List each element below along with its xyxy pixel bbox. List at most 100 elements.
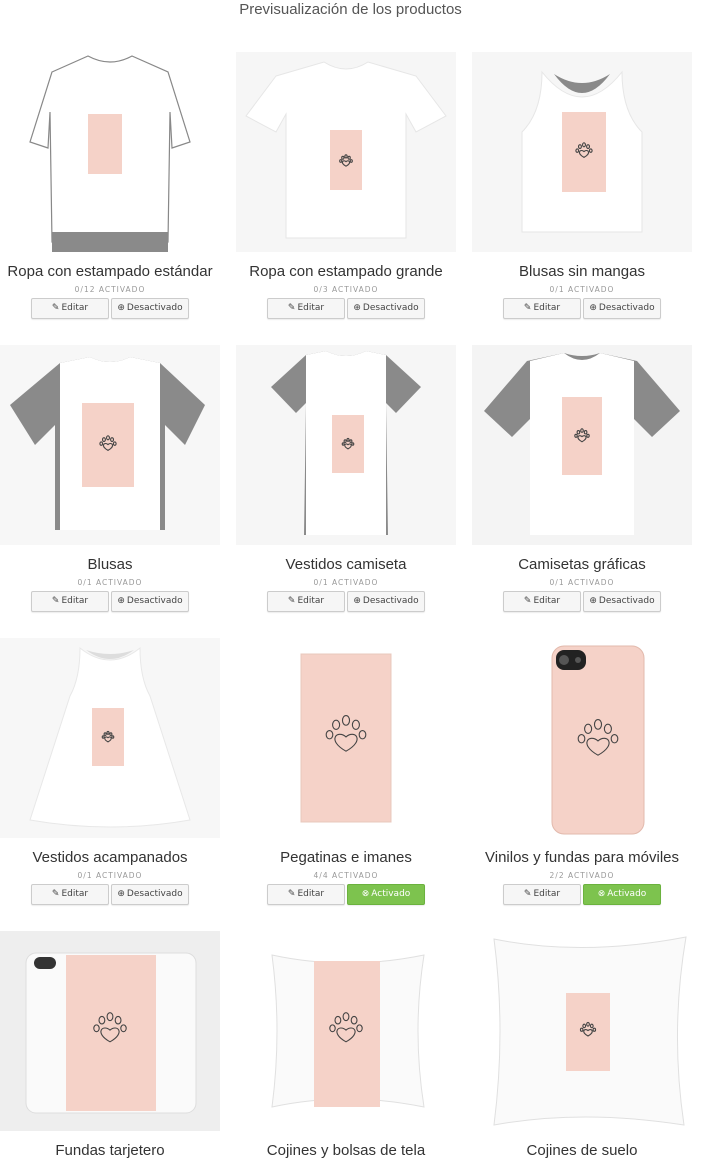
plus-circle-icon: ⊕: [589, 596, 597, 606]
a-line-dress-icon: [0, 638, 220, 838]
product-actions: ✎ Editar ⊕ Desactivado: [236, 591, 456, 612]
edit-button[interactable]: ✎ Editar: [31, 884, 109, 905]
product-name: Cojines de suelo: [526, 1142, 638, 1159]
pillow-icon: [236, 931, 456, 1131]
toggle-activation-button[interactable]: ⊕ Desactivado: [347, 298, 425, 319]
phone-case-icon: [472, 638, 692, 838]
product-preview-image[interactable]: [0, 52, 220, 252]
tank-top-icon: [472, 52, 692, 252]
product-preview-image[interactable]: [472, 52, 692, 252]
product-preview-image[interactable]: [0, 931, 220, 1131]
plus-circle-icon: ⊕: [117, 596, 125, 606]
tshirt-outline-icon: [0, 52, 220, 252]
toggle-label: Desactivado: [362, 596, 419, 606]
page-title: Previsualización de los productos: [239, 1, 462, 18]
product-name: Camisetas gráficas: [518, 556, 646, 573]
edit-label: Editar: [61, 889, 89, 899]
toggle-label: Desactivado: [362, 303, 419, 313]
toggle-activation-button[interactable]: ⊗ Activado: [347, 884, 425, 905]
product-card: Ropa con estampado estándar 0/12 ACTIVAD…: [0, 52, 220, 319]
toggle-activation-button[interactable]: ⊕ Desactivado: [347, 591, 425, 612]
product-name: Ropa con estampado estándar: [7, 263, 213, 280]
product-card: Vestidos acampanados 0/1 ACTIVADO ✎ Edita…: [0, 638, 220, 905]
floor-pillow-icon: [472, 931, 692, 1131]
toggle-activation-button[interactable]: ⊕ Desactivado: [111, 591, 189, 612]
check-circle-icon: ⊗: [597, 889, 606, 899]
activation-status: 0/1 ACTIVADO: [77, 578, 143, 587]
wallet-case-icon: [0, 931, 220, 1131]
activation-status: 0/3 ACTIVADO: [313, 285, 379, 294]
edit-icon: ✎: [51, 303, 60, 313]
edit-button[interactable]: ✎ Editar: [31, 298, 109, 319]
edit-icon: ✎: [287, 303, 296, 313]
toggle-activation-button[interactable]: ⊕ Desactivado: [111, 884, 189, 905]
toggle-label: Activado: [607, 889, 647, 899]
activation-status: 4/4 ACTIVADO: [313, 871, 379, 880]
toggle-label: Activado: [371, 889, 411, 899]
plus-circle-icon: ⊕: [353, 303, 361, 313]
edit-icon: ✎: [51, 596, 60, 606]
edit-label: Editar: [61, 596, 89, 606]
product-actions: ✎ Editar ⊕ Desactivado: [0, 591, 220, 612]
edit-icon: ✎: [523, 596, 532, 606]
edit-button[interactable]: ✎ Editar: [267, 298, 345, 319]
product-preview-image[interactable]: [236, 931, 456, 1131]
product-card: Blusas 0/1 ACTIVADO ✎ Editar ⊕ Desactivado: [0, 345, 220, 612]
activation-status: 0/1 ACTIVADO: [549, 578, 615, 587]
product-name: Pegatinas e imanes: [280, 849, 412, 866]
plus-circle-icon: ⊕: [589, 303, 597, 313]
edit-button[interactable]: ✎ Editar: [267, 884, 345, 905]
activation-status: 2/2 ACTIVADO: [549, 871, 615, 880]
edit-button[interactable]: ✎ Editar: [267, 591, 345, 612]
product-preview-image[interactable]: [236, 52, 456, 252]
toggle-label: Desactivado: [126, 596, 183, 606]
toggle-activation-button[interactable]: ⊕ Desactivado: [111, 298, 189, 319]
edit-label: Editar: [533, 303, 561, 313]
product-name: Ropa con estampado grande: [249, 263, 443, 280]
edit-icon: ✎: [523, 303, 532, 313]
toggle-label: Desactivado: [598, 303, 655, 313]
product-card: Camisetas gráficas 0/1 ACTIVADO ✎ Editar …: [472, 345, 692, 612]
product-name: Vestidos acampanados: [32, 849, 188, 866]
edit-button[interactable]: ✎ Editar: [31, 591, 109, 612]
edit-label: Editar: [297, 889, 325, 899]
product-preview-image[interactable]: [236, 638, 456, 838]
edit-icon: ✎: [523, 889, 532, 899]
product-card: Vestidos camiseta 0/1 ACTIVADO ✎ Editar ⊕…: [236, 345, 456, 612]
product-preview-image[interactable]: [472, 931, 692, 1131]
product-actions: ✎ Editar ⊗ Activado: [236, 884, 456, 905]
product-actions: ✎ Editar ⊕ Desactivado: [0, 884, 220, 905]
blouse-icon: [0, 345, 220, 545]
product-name: Blusas sin mangas: [519, 263, 645, 280]
product-actions: ✎ Editar ⊗ Activado: [472, 884, 692, 905]
product-card: Fundas tarjetero: [0, 931, 220, 1160]
toggle-activation-button[interactable]: ⊕ Desactivado: [583, 298, 661, 319]
product-preview-image[interactable]: [472, 638, 692, 838]
product-actions: ✎ Editar ⊕ Desactivado: [472, 298, 692, 319]
product-preview-image[interactable]: [0, 345, 220, 545]
edit-button[interactable]: ✎ Editar: [503, 298, 581, 319]
product-name: Vestidos camiseta: [285, 556, 407, 573]
product-preview-image[interactable]: [472, 345, 692, 545]
product-card: Vinilos y fundas para móviles 2/2 ACTIVA…: [472, 638, 692, 905]
activation-status: 0/1 ACTIVADO: [549, 285, 615, 294]
toggle-activation-button[interactable]: ⊕ Desactivado: [583, 591, 661, 612]
product-name: Vinilos y fundas para móviles: [485, 849, 679, 866]
tshirt-dress-icon: [236, 345, 456, 545]
product-card: Cojines y bolsas de tela: [236, 931, 456, 1160]
toggle-label: Desactivado: [126, 303, 183, 313]
toggle-activation-button[interactable]: ⊗ Activado: [583, 884, 661, 905]
edit-button[interactable]: ✎ Editar: [503, 884, 581, 905]
product-preview-image[interactable]: [0, 638, 220, 838]
product-card: Pegatinas e imanes 4/4 ACTIVADO ✎ Editar …: [236, 638, 456, 905]
plus-circle-icon: ⊕: [117, 303, 125, 313]
product-card: Cojines de suelo: [472, 931, 692, 1160]
edit-button[interactable]: ✎ Editar: [503, 591, 581, 612]
product-name: Fundas tarjetero: [55, 1142, 165, 1159]
product-card: Blusas sin mangas 0/1 ACTIVADO ✎ Editar ⊕…: [472, 52, 692, 319]
product-preview-image[interactable]: [236, 345, 456, 545]
plus-circle-icon: ⊕: [353, 596, 361, 606]
toggle-label: Desactivado: [126, 889, 183, 899]
product-actions: ✎ Editar ⊕ Desactivado: [236, 298, 456, 319]
edit-icon: ✎: [51, 889, 60, 899]
